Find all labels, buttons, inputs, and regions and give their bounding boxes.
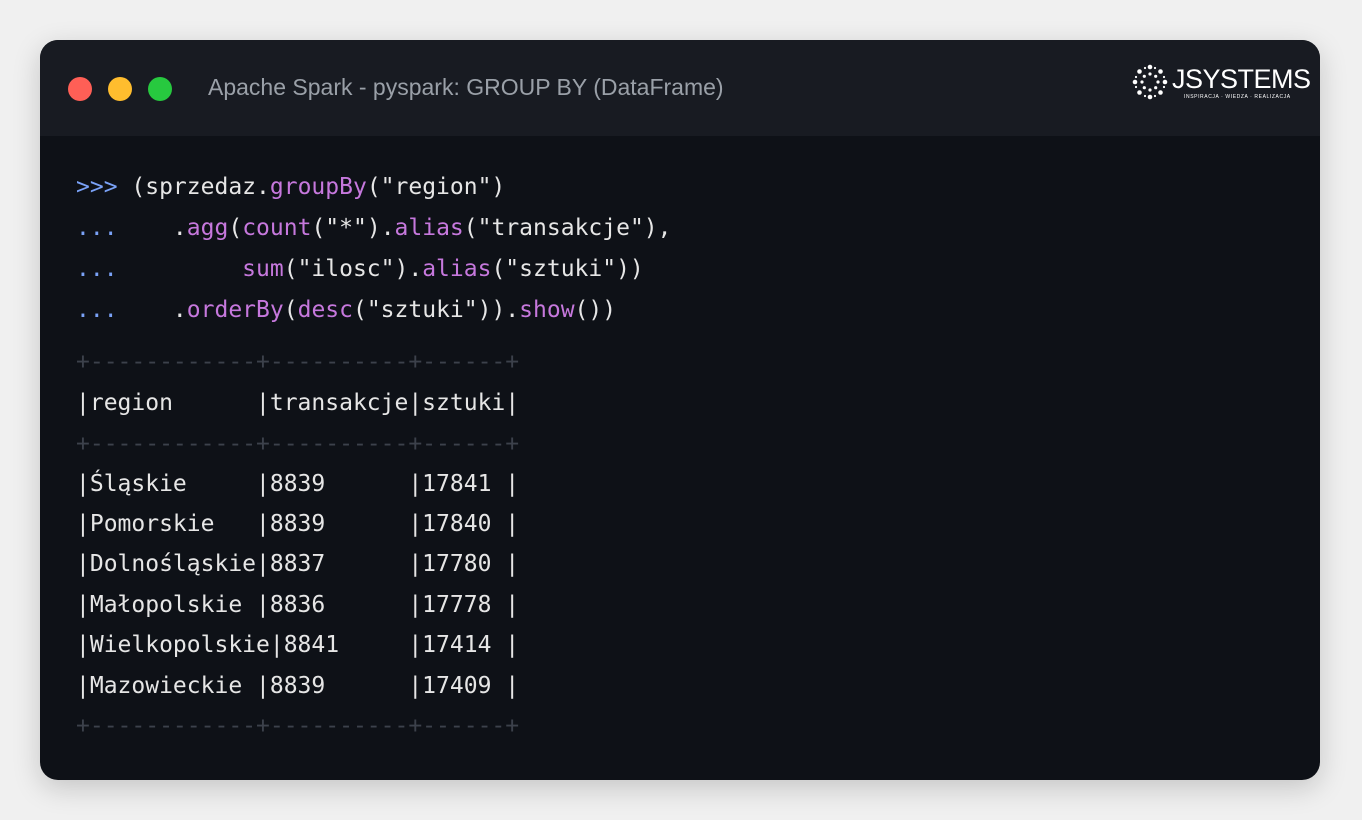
code-text: ("region") — [366, 174, 506, 200]
window-title: Apache Spark - pyspark: GROUP BY (DataFr… — [208, 74, 724, 100]
table-row: |Dolnośląskie|8837 |17780 | — [76, 551, 520, 577]
function-name: orderBy — [186, 297, 284, 323]
code-text: ()) — [574, 297, 617, 323]
code-text: ("ilosc"). — [283, 256, 423, 282]
code-text: ("sztuki")). — [352, 297, 520, 323]
code-line-2: ... .agg(count("*").alias("transakcje"), — [76, 213, 672, 243]
close-window-button[interactable] — [68, 77, 92, 101]
table-border-bottom: +------------+----------+------+ — [76, 713, 520, 739]
logo-dots-icon — [1132, 64, 1168, 100]
continuation-prompt: ... — [76, 256, 118, 282]
terminal-window: Apache Spark - pyspark: GROUP BY (DataFr… — [40, 40, 1320, 780]
code-line-1: >>> (sprzedaz.groupBy("region") — [76, 172, 505, 202]
jsystems-logo: JSYSTEMS INSPIRACJA · WIEDZA · REALIZACJ… — [1132, 62, 1311, 104]
table-row: |Mazowieckie |8839 |17409 | — [76, 673, 520, 699]
logo-tagline: INSPIRACJA · WIEDZA · REALIZACJA — [1184, 94, 1291, 100]
code-text: ( — [283, 297, 298, 323]
code-text: ( — [228, 215, 243, 241]
table-row: |Małopolskie |8836 |17778 | — [76, 592, 520, 618]
table-row: |Śląskie |8839 |17841 | — [76, 471, 520, 497]
code-text: ("*"). — [311, 215, 395, 241]
maximize-window-button[interactable] — [148, 77, 172, 101]
code-text: . — [117, 215, 187, 241]
logo-brand-text: JSYSTEMS — [1172, 64, 1311, 94]
title-bar: Apache Spark - pyspark: GROUP BY (DataFr… — [40, 40, 1320, 136]
function-name: show — [519, 297, 575, 323]
continuation-prompt: ... — [76, 215, 118, 241]
function-name: agg — [186, 215, 229, 241]
function-name: sum — [242, 256, 284, 282]
code-line-4: ... .orderBy(desc("sztuki")).show()) — [76, 295, 616, 325]
code-text: ("transakcje"), — [463, 215, 672, 241]
function-name: alias — [394, 215, 464, 241]
prompt: >>> — [76, 174, 118, 200]
code-line-3: ... sum("ilosc").alias("sztuki")) — [76, 254, 644, 284]
function-name: count — [242, 215, 312, 241]
code-text: ("sztuki")) — [491, 256, 644, 282]
table-row: |Pomorskie |8839 |17840 | — [76, 511, 520, 537]
function-name: groupBy — [269, 174, 367, 200]
table-header: |region |transakcje|sztuki| — [76, 390, 520, 416]
function-name: desc — [297, 297, 353, 323]
minimize-window-button[interactable] — [108, 77, 132, 101]
table-row: |Wielkopolskie|8841 |17414 | — [76, 632, 520, 658]
function-name: alias — [422, 256, 492, 282]
continuation-prompt: ... — [76, 297, 118, 323]
code-text: (sprzedaz. — [117, 174, 270, 200]
table-border-top: +------------+----------+------+ — [76, 349, 520, 375]
table-border-header: +------------+----------+------+ — [76, 431, 520, 457]
code-text: . — [117, 297, 187, 323]
